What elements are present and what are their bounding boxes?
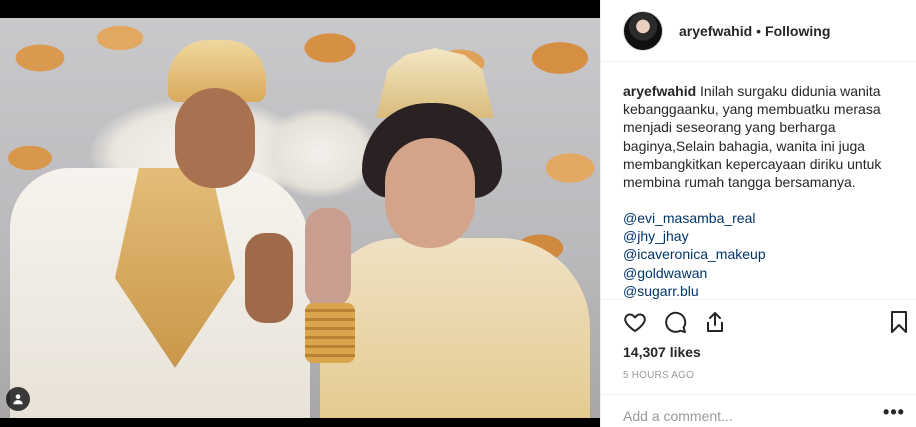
like-button[interactable] — [621, 308, 649, 336]
mention-link[interactable]: @evi_masamba_real — [623, 209, 907, 227]
post-side-panel: aryefwahid • Following aryefwahid Inilah… — [600, 0, 916, 427]
divider — [601, 299, 916, 300]
bride-face — [385, 138, 475, 248]
person-icon — [13, 394, 23, 405]
post-caption: aryefwahid Inilah surgaku didunia wanita… — [623, 82, 907, 191]
author-username[interactable]: aryefwahid — [679, 23, 752, 39]
instagram-post: aryefwahid • Following aryefwahid Inilah… — [0, 0, 916, 427]
mention-link[interactable]: @icaveronica_makeup — [623, 245, 907, 263]
mention-list: @evi_masamba_real @jhy_jhay @icaveronica… — [623, 209, 907, 300]
heart-icon — [624, 313, 646, 332]
follow-status-button[interactable]: Following — [765, 23, 830, 39]
more-options-button[interactable]: ••• — [882, 400, 906, 424]
groom-hand — [245, 233, 293, 323]
caption-text: Inilah surgaku didunia wanita kebanggaan… — [623, 83, 882, 191]
comment-button[interactable] — [661, 308, 689, 336]
user-tag-icon[interactable] — [6, 387, 30, 411]
comment-bubble-icon — [665, 311, 687, 333]
bride-figure — [320, 238, 590, 418]
bookmark-icon — [891, 311, 907, 333]
share-button[interactable] — [701, 308, 729, 336]
bride-bangles — [305, 303, 355, 363]
post-timestamp[interactable]: 5 HOURS AGO — [623, 370, 694, 381]
groom-face — [175, 88, 255, 188]
action-bar — [621, 308, 916, 336]
wedding-photo[interactable] — [0, 18, 600, 418]
post-header: aryefwahid • Following — [601, 0, 916, 62]
comment-input[interactable]: Add a comment... — [623, 408, 873, 424]
like-count[interactable]: 14,307 likes — [623, 344, 701, 360]
mention-link[interactable]: @jhy_jhay — [623, 227, 907, 245]
save-button[interactable] — [885, 308, 913, 336]
caption-username[interactable]: aryefwahid — [623, 83, 696, 99]
bride-hand — [305, 208, 351, 308]
share-icon — [707, 312, 723, 332]
divider — [601, 394, 916, 395]
header-separator: • — [756, 22, 762, 39]
post-media[interactable] — [0, 0, 600, 427]
mention-link[interactable]: @goldwawan — [623, 264, 907, 282]
mention-link[interactable]: @sugarr.blu — [623, 282, 907, 300]
avatar[interactable] — [623, 10, 663, 51]
